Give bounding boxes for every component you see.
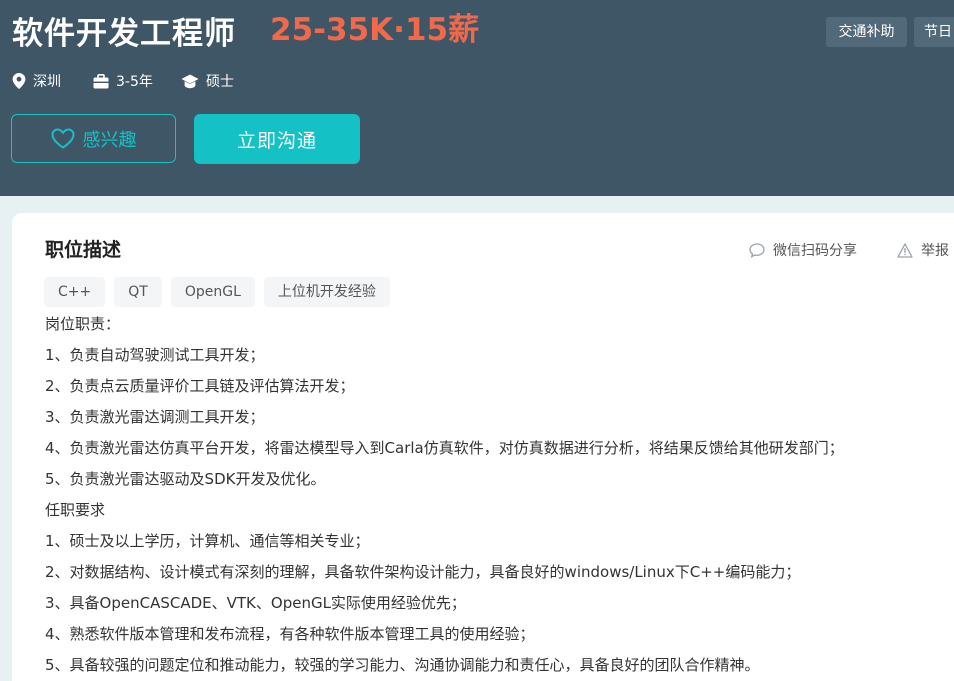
report-label: 举报 — [921, 243, 949, 259]
skill-tags: C++ QT OpenGL 上位机开发经验 — [44, 277, 399, 307]
description-line: 3、负责激光雷达调测工具开发； — [45, 408, 265, 426]
skill-tag: QT — [114, 277, 162, 307]
job-description-text: 岗位职责： 1、负责自动驾驶测试工具开发； 2、负责点云质量评价工具链及评估算法… — [45, 311, 945, 681]
description-line: 2、负责点云质量评价工具链及评估算法开发； — [45, 377, 355, 395]
job-experience: 3-5年 — [93, 70, 153, 92]
skill-tag: C++ — [44, 277, 106, 307]
description-line: 3、具备OpenCASCADE、VTK、OpenGL实际使用经验优先； — [45, 594, 466, 612]
warning-icon — [897, 242, 913, 258]
job-description-card: 职位描述 微信扫码分享 举报 C++ QT OpenGL 上位机开发经验 岗位职… — [12, 213, 954, 681]
benefit-tag: 交通补助 — [826, 17, 907, 47]
chat-now-button[interactable]: 立即沟通 — [194, 114, 360, 164]
heart-icon — [50, 128, 75, 149]
skill-tag: 上位机开发经验 — [263, 277, 390, 307]
skill-tag: OpenGL — [170, 277, 255, 307]
description-line: 5、具备较强的问题定位和推动能力，较强的学习能力、沟通协调能力和责任心，具备良好… — [45, 656, 760, 674]
description-heading: 任职要求 — [45, 501, 106, 519]
job-title: 软件开发工程师 — [12, 16, 236, 52]
interested-button-label: 感兴趣 — [82, 129, 137, 151]
description-heading: 岗位职责： — [45, 315, 121, 333]
section-title: 职位描述 — [45, 239, 122, 261]
description-line: 1、硕士及以上学历，计算机、通信等相关专业； — [45, 532, 370, 550]
description-line: 1、负责自动驾驶测试工具开发； — [45, 346, 265, 364]
wechat-share-button[interactable]: 微信扫码分享 — [749, 239, 857, 261]
job-city: 深圳 — [12, 70, 61, 92]
job-degree: 硕士 — [181, 70, 234, 92]
chat-bubble-icon — [749, 242, 765, 258]
location-pin-icon — [12, 73, 26, 89]
description-line: 4、熟悉软件版本管理和发布流程，有各种软件版本管理工具的使用经验； — [45, 625, 535, 643]
job-header: 软件开发工程师 25-35K·15薪 交通补助 节日 深圳 3-5年 硕士 感兴… — [0, 0, 954, 196]
job-degree-text: 硕士 — [206, 74, 234, 90]
graduation-cap-icon — [181, 74, 199, 88]
benefit-tag: 节日 — [914, 17, 954, 47]
interested-button[interactable]: 感兴趣 — [11, 114, 176, 163]
description-line: 5、负责激光雷达驱动及SDK开发及优化。 — [45, 470, 326, 488]
description-line: 4、负责激光雷达仿真平台开发，将雷达模型导入到Carla仿真软件，对仿真数据进行… — [45, 439, 844, 457]
description-line: 2、对数据结构、设计模式有深刻的理解，具备软件架构设计能力，具备良好的windo… — [45, 563, 801, 581]
job-city-text: 深圳 — [33, 74, 61, 90]
salary: 25-35K·15薪 — [270, 12, 480, 48]
job-experience-text: 3-5年 — [116, 74, 153, 90]
wechat-share-label: 微信扫码分享 — [773, 243, 857, 259]
report-button[interactable]: 举报 — [897, 239, 949, 261]
chat-now-button-label: 立即沟通 — [236, 129, 317, 152]
briefcase-icon — [93, 73, 109, 88]
